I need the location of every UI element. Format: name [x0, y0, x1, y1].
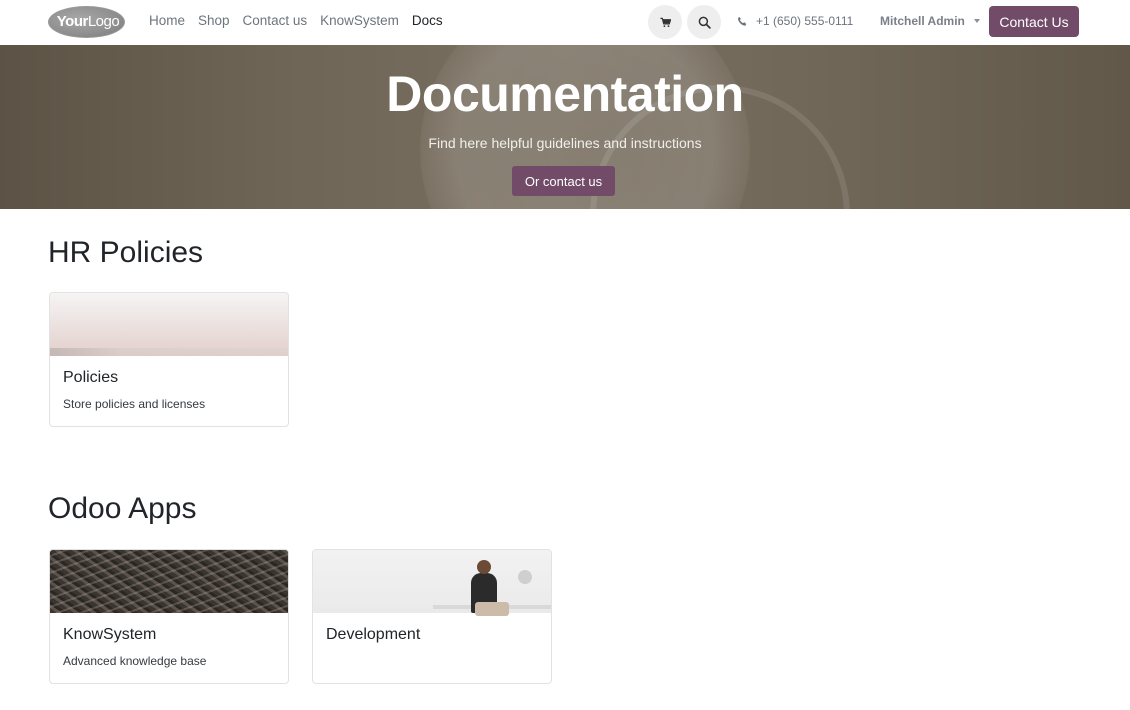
contact-us-button[interactable]: Contact Us [989, 6, 1079, 37]
doc-card-development[interactable]: Development [312, 549, 552, 684]
card-image [313, 550, 551, 616]
card-title: Development [326, 626, 421, 643]
card-image [50, 293, 288, 356]
card-title: Policies [63, 369, 119, 386]
caret-down-icon [973, 19, 980, 23]
cart-button[interactable] [648, 5, 682, 39]
main-nav: Home Shop Contact us KnowSystem Docs [149, 13, 443, 28]
phone-icon [737, 16, 748, 27]
page-subtitle: Find here helpful guidelines and instruc… [428, 135, 702, 151]
hero-banner: Documentation Find here helpful guidelin… [0, 45, 1130, 209]
contact-us-hero-button[interactable]: Or contact us [512, 166, 615, 196]
user-menu[interactable]: Mitchell Admin [880, 14, 980, 28]
nav-link-docs[interactable]: Docs [412, 13, 443, 28]
page-title: Documentation [386, 66, 744, 122]
logo-text: YourLogo [56, 13, 120, 30]
card-description: Advanced knowledge base [63, 654, 207, 668]
nav-link-knowsystem[interactable]: KnowSystem [320, 13, 399, 28]
logo[interactable]: YourLogo [48, 6, 125, 38]
nav-link-shop[interactable]: Shop [198, 13, 230, 28]
doc-card-knowsystem[interactable]: KnowSystem Advanced knowledge base [49, 549, 289, 684]
doc-card-policies[interactable]: Policies Store policies and licenses [49, 292, 289, 427]
phone-number: +1 (650) 555-0111 [756, 14, 854, 28]
card-description: Store policies and licenses [63, 397, 206, 411]
card-image [50, 550, 288, 613]
search-button[interactable] [687, 5, 721, 39]
section-title-hr-policies: HR Policies [48, 236, 204, 269]
cart-icon [659, 17, 671, 28]
nav-link-home[interactable]: Home [149, 13, 185, 28]
nav-link-contact-us[interactable]: Contact us [243, 13, 308, 28]
user-name: Mitchell Admin [880, 14, 965, 28]
search-icon [698, 16, 711, 29]
phone-contact[interactable]: +1 (650) 555-0111 [737, 14, 853, 28]
navbar: YourLogo Home Shop Contact us KnowSystem… [0, 0, 1130, 45]
section-title-odoo-apps: Odoo Apps [48, 492, 197, 525]
card-title: KnowSystem [63, 626, 157, 643]
